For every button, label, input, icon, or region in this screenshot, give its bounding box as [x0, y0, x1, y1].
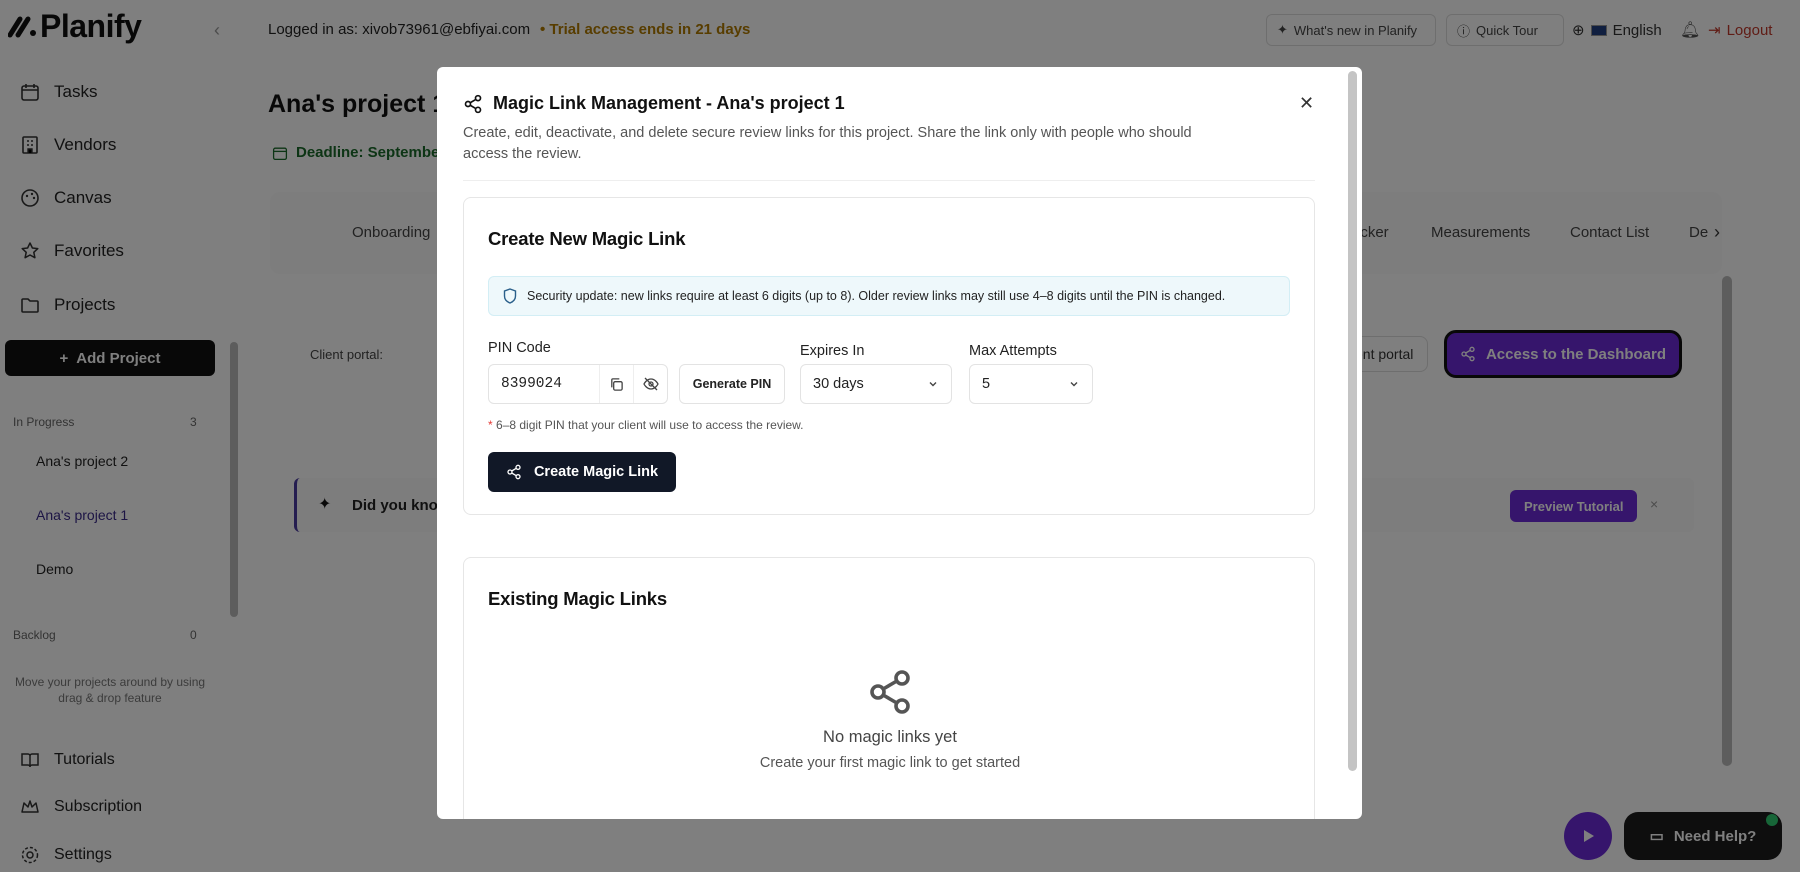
expires-value: 30 days: [813, 376, 864, 392]
create-magic-link-card: Create New Magic Link Security update: n…: [463, 197, 1315, 515]
chevron-down-icon: [929, 382, 937, 387]
magic-link-modal: Magic Link Management - Ana's project 1 …: [437, 67, 1362, 819]
create-magic-link-button[interactable]: Create Magic Link: [488, 452, 676, 492]
attempts-label: Max Attempts: [969, 343, 1057, 359]
chevron-down-icon: [1070, 382, 1078, 387]
existing-title: Existing Magic Links: [488, 588, 667, 609]
required-star: *: [488, 418, 493, 432]
copy-icon: [611, 377, 623, 391]
create-title: Create New Magic Link: [488, 228, 686, 249]
security-text: Security update: new links require at le…: [527, 289, 1226, 303]
pin-input[interactable]: 8399024: [489, 376, 599, 392]
share-icon: [464, 94, 482, 113]
copy-button[interactable]: [599, 365, 633, 403]
eye-off-icon: [642, 377, 659, 391]
close-modal-button[interactable]: ✕: [1299, 93, 1314, 114]
empty-state-title: No magic links yet: [823, 728, 957, 746]
attempts-select[interactable]: 5: [969, 364, 1093, 404]
security-notice: Security update: new links require at le…: [488, 276, 1290, 316]
share-icon: [507, 464, 521, 480]
existing-links-card: Existing Magic Links No magic links yet …: [463, 557, 1315, 819]
expires-select[interactable]: 30 days: [800, 364, 952, 404]
modal-description: Create, edit, deactivate, and delete sec…: [463, 125, 1192, 162]
pin-hint-text: 6–8 digit PIN that your client will use …: [496, 418, 804, 432]
share-icon: [870, 670, 910, 714]
shield-icon: [503, 288, 517, 304]
empty-state-subtitle: Create your first magic link to get star…: [759, 755, 1021, 771]
generate-pin-button[interactable]: Generate PIN: [679, 364, 785, 404]
modal-title: Magic Link Management - Ana's project 1: [493, 93, 845, 113]
pin-label: PIN Code: [488, 340, 551, 356]
divider: [463, 180, 1315, 181]
attempts-value: 5: [982, 376, 991, 392]
expires-label: Expires In: [800, 343, 865, 359]
pin-hint: * 6–8 digit PIN that your client will us…: [488, 418, 804, 432]
create-magic-link-label: Create Magic Link: [533, 464, 659, 480]
toggle-visibility-button[interactable]: [633, 365, 667, 403]
modal-scrollbar[interactable]: [1348, 71, 1357, 771]
pin-field[interactable]: 8399024: [488, 364, 668, 404]
modal-header: Magic Link Management - Ana's project 1: [463, 93, 845, 114]
